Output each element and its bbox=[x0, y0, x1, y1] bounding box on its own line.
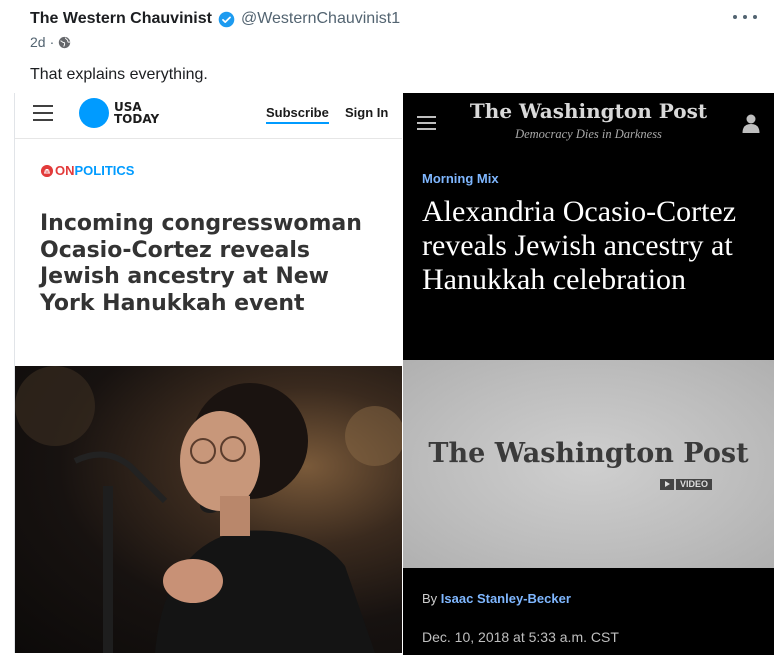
usa-today-screenshot[interactable]: USA TODAY Subscribe Sign In ON POLITICS … bbox=[14, 93, 402, 653]
more-options-button[interactable] bbox=[733, 8, 757, 26]
sign-in-link[interactable]: Sign In bbox=[345, 105, 388, 120]
author-link[interactable]: Isaac Stanley-Becker bbox=[441, 591, 571, 606]
author-name[interactable]: The Western Chauvinist bbox=[30, 10, 212, 28]
wp-masthead[interactable]: The Washington Post bbox=[403, 99, 774, 123]
section-label[interactable]: ON POLITICS bbox=[41, 163, 134, 178]
usa-today-logo[interactable]: USA TODAY bbox=[79, 98, 159, 128]
washington-post-screenshot[interactable]: The Washington Post Democracy Dies in Da… bbox=[403, 93, 774, 655]
play-icon bbox=[660, 479, 674, 490]
video-wp-logo: The Washington Post bbox=[428, 438, 749, 469]
subscribe-link[interactable]: Subscribe bbox=[266, 105, 329, 124]
wp-byline: By Isaac Stanley-Becker bbox=[422, 591, 571, 606]
dot-icon bbox=[733, 15, 737, 19]
section-on: ON bbox=[55, 163, 75, 178]
usa-today-header: USA TODAY Subscribe Sign In bbox=[15, 93, 402, 139]
video-badge[interactable]: VIDEO bbox=[660, 479, 713, 490]
wp-tagline: Democracy Dies in Darkness bbox=[515, 127, 662, 141]
wp-date: Dec. 10, 2018 at 5:33 a.m. CST bbox=[422, 629, 619, 645]
capitol-icon bbox=[41, 164, 53, 177]
post-author-row: The Western Chauvinist @WesternChauvinis… bbox=[30, 8, 400, 30]
dot-icon bbox=[753, 15, 757, 19]
post-meta: 2d · bbox=[30, 33, 71, 51]
video-player[interactable]: The Washington Post VIDEO bbox=[403, 360, 774, 568]
usa-today-circle-icon bbox=[79, 98, 109, 128]
meta-separator: · bbox=[49, 34, 55, 50]
post-age[interactable]: 2d bbox=[30, 34, 46, 50]
speaker-photo-illustration bbox=[15, 366, 402, 653]
globe-icon bbox=[59, 36, 71, 48]
wp-kicker[interactable]: Morning Mix bbox=[422, 171, 499, 186]
user-icon[interactable] bbox=[741, 113, 761, 133]
byline-prefix: By bbox=[422, 591, 438, 606]
author-handle[interactable]: @WesternChauvinist1 bbox=[241, 10, 400, 28]
dot-icon bbox=[743, 15, 747, 19]
video-label: VIDEO bbox=[676, 479, 713, 490]
section-politics: POLITICS bbox=[74, 163, 135, 178]
article-photo bbox=[15, 366, 402, 653]
verified-badge-icon bbox=[218, 11, 235, 27]
logo-line-today: TODAY bbox=[114, 112, 160, 126]
post-text: That explains everything. bbox=[30, 66, 208, 83]
menu-icon[interactable] bbox=[33, 105, 53, 121]
wp-headline[interactable]: Alexandria Ocasio-Cortez reveals Jewish … bbox=[422, 195, 762, 297]
usa-today-headline[interactable]: Incoming congresswoman Ocasio-Cortez rev… bbox=[40, 211, 380, 317]
